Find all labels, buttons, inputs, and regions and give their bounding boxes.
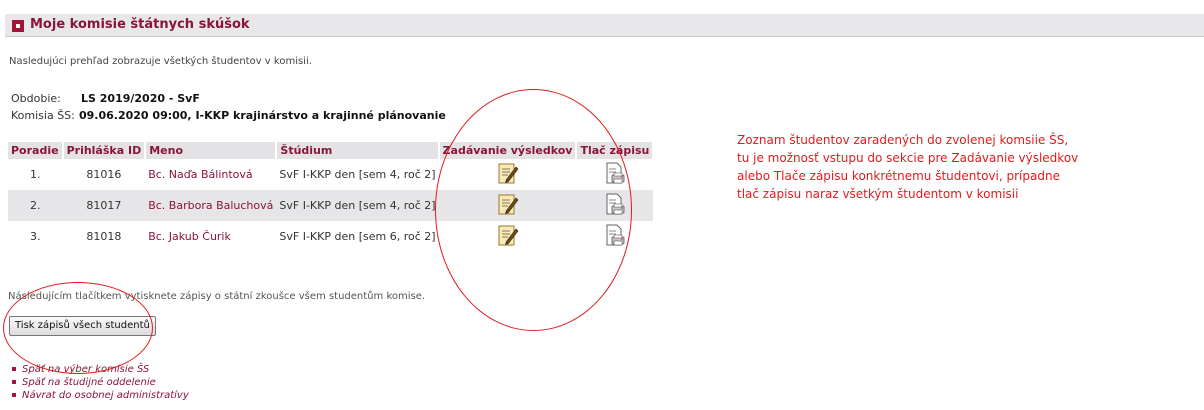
row-application-id: 81018 bbox=[86, 230, 122, 243]
edit-results-icon[interactable] bbox=[497, 223, 519, 250]
table-row: 2. 81017 Bc. Barbora Baluchová SvF I-KKP… bbox=[8, 190, 654, 221]
back-to-committee-selection-link[interactable]: Späť na výber komisie ŠS bbox=[22, 364, 149, 375]
row-application-id: 81017 bbox=[62, 190, 146, 221]
col-header-study[interactable]: Štúdium bbox=[276, 142, 440, 159]
list-item: Späť na študijné oddelenie bbox=[12, 376, 189, 389]
col-header-print-record: Tlač zápisu bbox=[576, 142, 655, 159]
page-title: Moje komisie štátnych skúšok bbox=[30, 17, 250, 32]
row-study: SvF I-KKP den [sem 4, roč 2] bbox=[279, 168, 436, 181]
row-print-record-cell bbox=[576, 159, 653, 190]
row-print-record-cell bbox=[576, 190, 654, 221]
title-marker-icon bbox=[12, 20, 24, 32]
row-student-name-link[interactable]: Bc. Jakub Čurik bbox=[145, 221, 276, 252]
col-header-application-id[interactable]: Prihláška ID bbox=[62, 142, 147, 159]
students-table: Poradie Prihláška ID Meno Štúdium Zadáva… bbox=[8, 142, 655, 252]
page-title-bar: Moje komisie štátnych skúšok bbox=[5, 14, 1204, 37]
bullet-icon bbox=[12, 367, 16, 371]
table-row: 1. 81016 Bc. Naďa Bálintová SvF I-KKP de… bbox=[8, 159, 653, 190]
bullet-icon bbox=[12, 393, 16, 397]
bullet-icon bbox=[12, 380, 16, 384]
print-all-records-button[interactable]: Tisk zápisů všech studentů bbox=[9, 316, 156, 336]
table-header-row: Poradie Prihláška ID Meno Štúdium Zadáva… bbox=[8, 142, 655, 159]
annotation-line: tlač zápisu naraz všetkým študentom v ko… bbox=[737, 187, 1019, 201]
committee-row: Komisia ŠS: 09.06.2020 09:00, I-KKP kraji… bbox=[11, 107, 446, 124]
row-enter-results-cell bbox=[439, 221, 577, 252]
navigation-links: Späť na výber komisie ŠS Späť na študijn… bbox=[12, 363, 189, 402]
print-record-icon[interactable] bbox=[604, 223, 626, 250]
annotation-text: Zoznam študentov zaradených do zvolenej … bbox=[737, 131, 1137, 203]
period-label: Obdobie: bbox=[11, 92, 61, 105]
row-print-record-cell bbox=[576, 221, 653, 252]
col-header-name[interactable]: Meno bbox=[145, 142, 278, 159]
row-enter-results-cell bbox=[439, 159, 577, 190]
committee-label: Komisia ŠS: bbox=[11, 109, 75, 122]
row-study: SvF I-KKP den [sem 4, roč 2] bbox=[276, 190, 439, 221]
row-order: 3. bbox=[30, 230, 41, 243]
edit-results-icon[interactable] bbox=[497, 161, 519, 188]
col-header-enter-results: Zadávanie výsledkov bbox=[438, 142, 578, 159]
col-header-order[interactable]: Poradie bbox=[8, 142, 64, 159]
list-item: Späť na výber komisie ŠS bbox=[12, 363, 189, 376]
annotation-line: Zoznam študentov zaradených do zvolenej … bbox=[737, 133, 1069, 147]
row-student-name-link[interactable]: Bc. Naďa Bálintová bbox=[145, 159, 276, 190]
row-order: 1. bbox=[30, 168, 41, 181]
edit-results-icon[interactable] bbox=[497, 192, 519, 219]
print-record-icon[interactable] bbox=[604, 161, 626, 188]
back-to-study-department-link[interactable]: Späť na študijné oddelenie bbox=[22, 377, 156, 388]
row-study: SvF I-KKP den [sem 6, roč 2] bbox=[279, 230, 436, 243]
print-all-description: Následujícím tlačítkem vytisknete zápisy… bbox=[8, 291, 426, 302]
row-student-name-link[interactable]: Bc. Barbora Baluchová bbox=[145, 190, 277, 221]
print-record-icon[interactable] bbox=[604, 192, 626, 219]
row-enter-results-cell bbox=[438, 190, 577, 221]
committee-value: 09.06.2020 09:00, I-KKP krajinárstvo a k… bbox=[79, 109, 446, 122]
intro-text: Nasledujúci prehľad zobrazuje všetkých š… bbox=[9, 56, 312, 67]
period-value: LS 2019/2020 - SvF bbox=[81, 92, 200, 105]
annotation-line: alebo Tlače zápisu konkrétnemu študentov… bbox=[737, 169, 1060, 183]
period-row: Obdobie: LS 2019/2020 - SvF bbox=[11, 90, 446, 107]
row-order: 2. bbox=[8, 190, 63, 221]
row-application-id: 81016 bbox=[86, 168, 122, 181]
annotation-line: tu je možnosť vstupu do sekcie pre Zadáv… bbox=[737, 151, 1079, 165]
table-row: 3. 81018 Bc. Jakub Čurik SvF I-KKP den [… bbox=[8, 221, 653, 252]
list-item: Návrat do osobnej administratívy bbox=[12, 389, 189, 402]
back-to-personal-administration-link[interactable]: Návrat do osobnej administratívy bbox=[22, 390, 189, 401]
committee-info: Obdobie: LS 2019/2020 - SvF Komisia ŠS: 09… bbox=[11, 90, 446, 124]
